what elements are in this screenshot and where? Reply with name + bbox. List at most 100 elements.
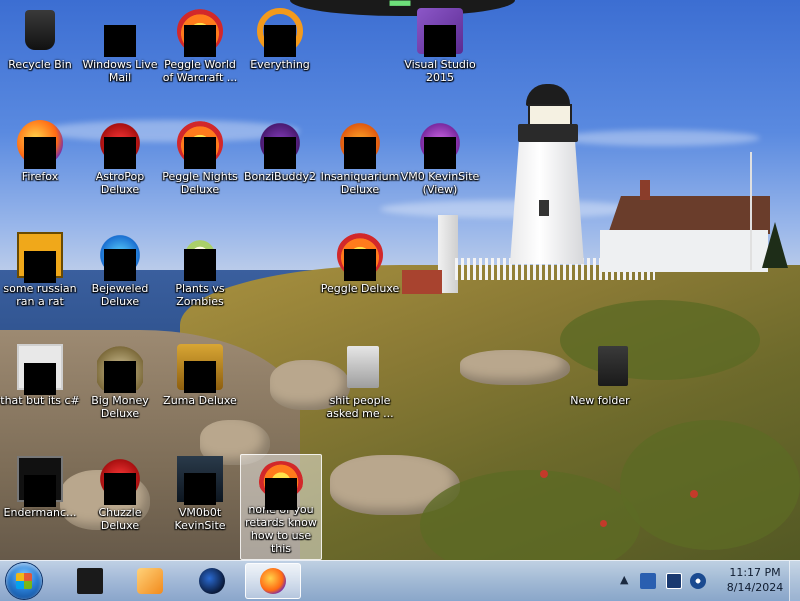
desktop-icon-label: none of you retards know how to use this (245, 502, 317, 555)
desktop-icon-firefox[interactable]: Firefox (0, 114, 80, 216)
network-icon[interactable] (666, 573, 682, 589)
desktop-icon-recycle-bin[interactable]: Recycle Bin (0, 2, 80, 104)
desktop-icon-label: Plants vs Zombies (175, 282, 225, 308)
lighthouse-window (539, 200, 549, 216)
desktop-icon-vm0-kevinsite-view[interactable]: VM0 KevinSite (View) (400, 114, 480, 216)
wallpaper-flower (600, 520, 607, 527)
desktop-icon-zuma[interactable]: Zuma Deluxe (160, 338, 240, 440)
desktop-icon-plants-vs-zombies[interactable]: Plants vs Zombies (160, 226, 240, 328)
desktop-icon-label: that but its c# (0, 394, 80, 407)
search-ring-icon (257, 8, 303, 57)
flower-icon (177, 232, 223, 281)
desktop-icon-that-but-its-csharp[interactable]: that but its c# (0, 338, 80, 440)
desktop-icon-label: some russian ran a rat (3, 282, 77, 308)
desktop-icon-endermanch[interactable]: Endermanc... (0, 450, 80, 552)
document-icon (17, 232, 63, 283)
desktop-icon-insaniquarium[interactable]: Insaniquarium Deluxe (320, 114, 400, 216)
vm-icon (417, 120, 463, 169)
desktop-icon-label: Recycle Bin (8, 58, 72, 71)
desktop-icon-none-of-you[interactable]: none of you retards know how to use this (240, 454, 322, 560)
desktop-icon-label: Bejeweled Deluxe (91, 282, 149, 308)
desktop-icon-everything[interactable]: Everything (240, 2, 320, 104)
desktop-icon-label: VM0 KevinSite (View) (400, 170, 480, 196)
firefox-icon (17, 120, 63, 169)
taskbar: ▲ 11:17 PM 8/14/2024 (0, 560, 800, 601)
text-file-icon (337, 344, 383, 390)
wallpaper-flower (540, 470, 548, 478)
desktop-icon-astropop[interactable]: AstroPop Deluxe (80, 114, 160, 216)
tray-app-icon[interactable] (640, 573, 656, 589)
globe-icon (199, 568, 225, 594)
bonzibuddy-icon (257, 120, 303, 169)
peggle-icon (177, 8, 223, 57)
system-tray: ▲ 11:17 PM 8/14/2024 (610, 561, 800, 601)
desktop-icon-shit-people-asked[interactable]: shit people asked me ... (320, 338, 400, 440)
desktop-icon-label: Zuma Deluxe (163, 394, 237, 407)
peggle-icon (258, 461, 304, 510)
desktop-icon-label: Peggle Deluxe (320, 282, 400, 295)
desktop-icon-label: Firefox (21, 170, 59, 183)
clock-date: 8/14/2024 (726, 581, 784, 594)
volume-icon[interactable] (690, 573, 706, 589)
wallpaper-flower (690, 490, 698, 498)
desktop-icon-label: Everything (250, 58, 310, 71)
desktop-icon-label: New folder (570, 394, 630, 407)
taskbar-button-terminal[interactable] (62, 563, 118, 599)
desktop-icon-vm0b0t-kevinsite[interactable]: VM0b0t KevinSite (160, 450, 240, 552)
mail-icon (97, 8, 143, 57)
desktop-icon-label: Big Money Deluxe (91, 394, 149, 420)
astropop-icon (97, 120, 143, 169)
desktop-icon-bejeweled[interactable]: Bejeweled Deluxe (80, 226, 160, 328)
desktop-icon-label: Windows Live Mail (82, 58, 158, 84)
media-player-icon (137, 568, 163, 594)
chuzzle-icon (97, 456, 143, 505)
desktop-icon-label: shit people asked me ... (326, 394, 394, 420)
peggle-icon (177, 120, 223, 169)
wallpaper-flagpole (750, 152, 752, 270)
desktop-icon-bonzibuddy[interactable]: BonziBuddy2 (240, 114, 320, 216)
start-button[interactable] (6, 563, 42, 599)
wallpaper-rock (460, 350, 570, 385)
show-desktop-button[interactable] (789, 561, 800, 601)
desktop-icon-label: Endermanc... (3, 506, 77, 519)
desktop-icon-some-russian[interactable]: some russian ran a rat (0, 226, 80, 328)
visual-studio-icon (417, 8, 463, 57)
desktop-icon-visual-studio[interactable]: Visual Studio 2015 (400, 2, 480, 104)
fish-icon (337, 120, 383, 169)
desktop-icon-peggle-nights[interactable]: Peggle Nights Deluxe (160, 114, 240, 216)
desktop-icon-peggle-deluxe[interactable]: Peggle Deluxe (320, 226, 400, 328)
desktop-icon-label: Chuzzle Deluxe (98, 506, 142, 532)
desktop-icon-label: Insaniquarium Deluxe (320, 170, 400, 196)
desktop-icon-label: Visual Studio 2015 (404, 58, 476, 84)
desktop-icon-label: Peggle World of Warcraft ... (162, 58, 238, 84)
money-pot-icon (97, 344, 143, 393)
desktop-icon-windows-live-mail[interactable]: Windows Live Mail (80, 2, 160, 104)
tray-overflow-chevron-icon[interactable]: ▲ (620, 573, 628, 586)
desktop-icon-label: BonziBuddy2 (243, 170, 317, 183)
desktop-icon-new-folder[interactable]: New folder (560, 338, 640, 440)
taskbar-clock[interactable]: 11:17 PM 8/14/2024 (720, 565, 790, 595)
taskbar-button-firefox[interactable] (245, 563, 301, 599)
gem-icon (97, 232, 143, 281)
wallpaper-cloud (560, 130, 760, 146)
wallpaper-chimney (640, 180, 650, 200)
desktop-icon-big-money[interactable]: Big Money Deluxe (80, 338, 160, 440)
taskbar-button-media-player[interactable] (122, 563, 178, 599)
wallpaper-shed (402, 270, 442, 294)
wallpaper-house (600, 230, 768, 272)
clock-time: 11:17 PM (729, 566, 781, 579)
wallpaper-grass (620, 420, 800, 550)
taskbar-button-globe[interactable] (184, 563, 240, 599)
terminal-icon (17, 456, 63, 507)
wallpaper-house-roof (608, 196, 770, 234)
desktop-icon-peggle-wow[interactable]: Peggle World of Warcraft ... (160, 2, 240, 104)
terminal-icon (77, 568, 103, 594)
recycle-bin-icon (17, 8, 63, 54)
lighthouse-gallery (518, 124, 578, 142)
chest-icon (177, 344, 223, 393)
file-stack-icon (17, 344, 63, 395)
vm-icon (177, 456, 223, 505)
folder-icon (577, 344, 628, 390)
desktop-icon-label: VM0b0t KevinSite (174, 506, 226, 532)
desktop-icon-chuzzle[interactable]: Chuzzle Deluxe (80, 450, 160, 552)
